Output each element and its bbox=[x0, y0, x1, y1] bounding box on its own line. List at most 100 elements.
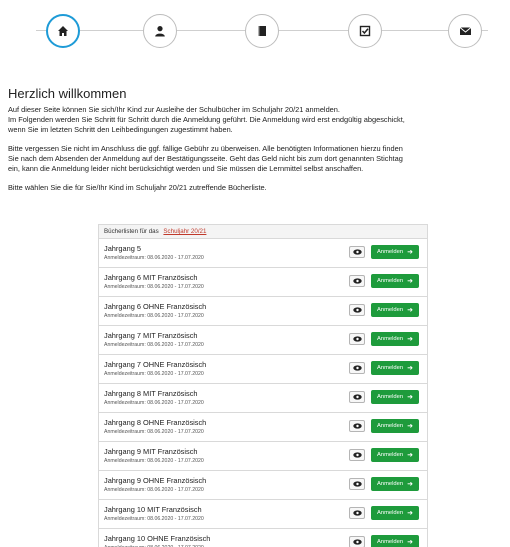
register-button[interactable]: Anmelden ➜ bbox=[371, 361, 419, 375]
booklist-row: Jahrgang 10 OHNE Französisch Anmeldezeit… bbox=[99, 529, 427, 547]
register-button[interactable]: Anmelden ➜ bbox=[371, 390, 419, 404]
register-button[interactable]: Anmelden ➜ bbox=[371, 419, 419, 433]
booklist-row: Jahrgang 8 OHNE Französisch Anmeldezeitr… bbox=[99, 413, 427, 442]
booklist-name: Jahrgang 8 MIT Französisch bbox=[104, 389, 198, 398]
preview-button[interactable] bbox=[349, 333, 365, 345]
arrow-right-icon: ➜ bbox=[407, 423, 413, 430]
booklist-table: Bücherlisten für das Schuljahr 20/21 Jah… bbox=[98, 224, 428, 547]
booklist-header: Bücherlisten für das Schuljahr 20/21 bbox=[99, 225, 427, 239]
registration-period: Anmeldezeitraum: 08.06.2020 - 17.07.2020 bbox=[104, 429, 204, 435]
preview-button[interactable] bbox=[349, 420, 365, 432]
eye-icon bbox=[352, 481, 362, 487]
registration-period: Anmeldezeitraum: 08.06.2020 - 17.07.2020 bbox=[104, 458, 204, 464]
booklist-row: Jahrgang 8 MIT Französisch Anmeldezeitra… bbox=[99, 384, 427, 413]
booklist-header-text: Bücherlisten für das bbox=[104, 228, 159, 235]
preview-button[interactable] bbox=[349, 362, 365, 374]
booklist-name: Jahrgang 7 MIT Französisch bbox=[104, 331, 198, 340]
registration-period: Anmeldezeitraum: 08.06.2020 - 17.07.2020 bbox=[104, 313, 204, 319]
booklist-row: Jahrgang 6 OHNE Französisch Anmeldezeitr… bbox=[99, 297, 427, 326]
register-button[interactable]: Anmelden ➜ bbox=[371, 245, 419, 259]
booklist-name: Jahrgang 5 bbox=[104, 244, 141, 253]
register-button-label: Anmelden bbox=[377, 481, 404, 487]
booklist-name: Jahrgang 7 OHNE Französisch bbox=[104, 360, 207, 369]
booklist-row: Jahrgang 10 MIT Französisch Anmeldezeitr… bbox=[99, 500, 427, 529]
preview-button[interactable] bbox=[349, 246, 365, 258]
progress-stepper bbox=[36, 14, 488, 48]
register-button[interactable]: Anmelden ➜ bbox=[371, 448, 419, 462]
intro-section: Herzlich willkommen Auf dieser Seite kön… bbox=[8, 86, 508, 193]
arrow-right-icon: ➜ bbox=[407, 365, 413, 372]
fee-paragraph: Bitte vergessen Sie nicht im Anschluss d… bbox=[8, 144, 508, 174]
step-envelope[interactable] bbox=[448, 14, 482, 48]
booklist-name: Jahrgang 9 MIT Französisch bbox=[104, 447, 198, 456]
register-button-label: Anmelden bbox=[377, 423, 404, 429]
booklist-name: Jahrgang 9 OHNE Französisch bbox=[104, 476, 207, 485]
register-button[interactable]: Anmelden ➜ bbox=[371, 477, 419, 491]
step-book[interactable] bbox=[245, 14, 279, 48]
arrow-right-icon: ➜ bbox=[407, 336, 413, 343]
page-title: Herzlich willkommen bbox=[8, 86, 127, 101]
register-button-label: Anmelden bbox=[377, 249, 404, 255]
registration-period: Anmeldezeitraum: 08.06.2020 - 17.07.2020 bbox=[104, 487, 204, 493]
register-button[interactable]: Anmelden ➜ bbox=[371, 535, 419, 547]
booklist-row: Jahrgang 5 Anmeldezeitraum: 08.06.2020 -… bbox=[99, 239, 427, 268]
register-button-label: Anmelden bbox=[377, 307, 404, 313]
eye-icon bbox=[352, 394, 362, 400]
booklist-name: Jahrgang 8 OHNE Französisch bbox=[104, 418, 207, 427]
school-year-link[interactable]: Schuljahr 20/21 bbox=[163, 228, 206, 235]
step-home[interactable] bbox=[46, 14, 80, 48]
checklist-icon bbox=[359, 25, 371, 37]
register-button-label: Anmelden bbox=[377, 539, 404, 545]
step-user[interactable] bbox=[143, 14, 177, 48]
register-button-label: Anmelden bbox=[377, 278, 404, 284]
booklist-name: Jahrgang 6 OHNE Französisch bbox=[104, 302, 207, 311]
arrow-right-icon: ➜ bbox=[407, 510, 413, 517]
step-checklist[interactable] bbox=[348, 14, 382, 48]
preview-button[interactable] bbox=[349, 275, 365, 287]
envelope-icon bbox=[459, 27, 471, 35]
register-button-label: Anmelden bbox=[377, 336, 404, 342]
preview-button[interactable] bbox=[349, 391, 365, 403]
user-icon bbox=[155, 26, 165, 37]
eye-icon bbox=[352, 423, 362, 429]
eye-icon bbox=[352, 307, 362, 313]
register-button[interactable]: Anmelden ➜ bbox=[371, 303, 419, 317]
arrow-right-icon: ➜ bbox=[407, 394, 413, 401]
booklist-name: Jahrgang 6 MIT Französisch bbox=[104, 273, 198, 282]
eye-icon bbox=[352, 278, 362, 284]
arrow-right-icon: ➜ bbox=[407, 278, 413, 285]
fee-line: ein, kann die Anmeldung leider nicht ber… bbox=[8, 164, 364, 173]
preview-button[interactable] bbox=[349, 304, 365, 316]
registration-period: Anmeldezeitraum: 08.06.2020 - 17.07.2020 bbox=[104, 371, 204, 377]
booklist-row: Jahrgang 7 MIT Französisch Anmeldezeitra… bbox=[99, 326, 427, 355]
arrow-right-icon: ➜ bbox=[407, 539, 413, 546]
register-button-label: Anmelden bbox=[377, 452, 404, 458]
register-button-label: Anmelden bbox=[377, 394, 404, 400]
eye-icon bbox=[352, 249, 362, 255]
booklist-name: Jahrgang 10 OHNE Französisch bbox=[104, 534, 211, 543]
register-button[interactable]: Anmelden ➜ bbox=[371, 506, 419, 520]
registration-period: Anmeldezeitraum: 08.06.2020 - 17.07.2020 bbox=[104, 284, 204, 290]
arrow-right-icon: ➜ bbox=[407, 307, 413, 314]
eye-icon bbox=[352, 510, 362, 516]
register-button-label: Anmelden bbox=[377, 510, 404, 516]
book-icon bbox=[258, 26, 266, 36]
eye-icon bbox=[352, 452, 362, 458]
registration-period: Anmeldezeitraum: 08.06.2020 - 17.07.2020 bbox=[104, 400, 204, 406]
booklist-row: Jahrgang 7 OHNE Französisch Anmeldezeitr… bbox=[99, 355, 427, 384]
intro-line: Auf dieser Seite können Sie sich/Ihr Kin… bbox=[8, 105, 340, 114]
home-icon bbox=[58, 26, 68, 36]
fee-line: Sie nach dem Absenden der Anmeldung auf … bbox=[8, 154, 403, 163]
arrow-right-icon: ➜ bbox=[407, 452, 413, 459]
preview-button[interactable] bbox=[349, 449, 365, 461]
eye-icon bbox=[352, 336, 362, 342]
booklist-row: Jahrgang 9 OHNE Französisch Anmeldezeitr… bbox=[99, 471, 427, 500]
register-button[interactable]: Anmelden ➜ bbox=[371, 332, 419, 346]
preview-button[interactable] bbox=[349, 536, 365, 547]
registration-period: Anmeldezeitraum: 08.06.2020 - 17.07.2020 bbox=[104, 255, 204, 261]
intro-paragraph: Auf dieser Seite können Sie sich/Ihr Kin… bbox=[8, 105, 508, 135]
register-button[interactable]: Anmelden ➜ bbox=[371, 274, 419, 288]
preview-button[interactable] bbox=[349, 507, 365, 519]
preview-button[interactable] bbox=[349, 478, 365, 490]
eye-icon bbox=[352, 539, 362, 545]
